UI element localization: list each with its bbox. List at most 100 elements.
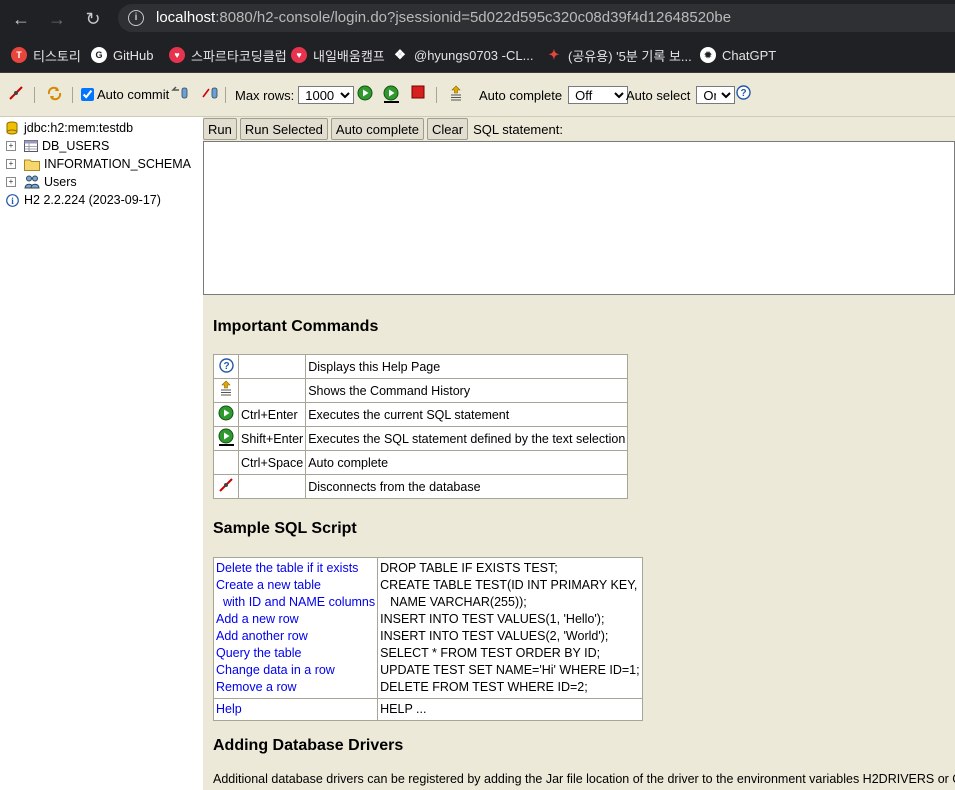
bookmarks-bar: T 티스토리 G GitHub ♥ 스파르타코딩클럽 ♥ 내일배움캠프 ❖ @hyungs…: [0, 36, 955, 73]
bookmark-chatgpt[interactable]: ✹ ChatGPT: [700, 46, 776, 64]
max-rows-select[interactable]: 1000: [298, 86, 355, 104]
auto-complete-select[interactable]: Off: [568, 86, 629, 104]
sample-link[interactable]: with ID and NAME columns: [216, 594, 375, 611]
github-icon: G: [91, 47, 107, 63]
auto-commit-checkbox[interactable]: [81, 88, 94, 101]
svg-text:?: ?: [740, 88, 746, 99]
command-key: Shift+Enter: [237, 426, 307, 451]
tree-item-users[interactable]: + Users: [6, 173, 77, 191]
sample-code-line: DELETE FROM TEST WHERE ID=2;: [380, 680, 588, 694]
bookmark-label: @hyungs0703 -CL...: [414, 47, 534, 63]
site-info-icon[interactable]: i: [128, 10, 144, 26]
table-row: Disconnects from the database: [213, 474, 629, 499]
run-button[interactable]: Run: [203, 118, 237, 140]
bookmark-label: 스파르타코딩클럽: [191, 48, 287, 64]
refresh-icon[interactable]: [46, 85, 63, 102]
empty-icon-cell: [213, 450, 239, 475]
users-icon: [24, 175, 40, 189]
help-link[interactable]: Help: [216, 701, 375, 718]
tree-item-label: Users: [44, 175, 77, 189]
max-rows-label: Max rows:: [235, 87, 295, 103]
sample-link[interactable]: Delete the table if it exists: [216, 560, 375, 577]
sample-link[interactable]: Query the table: [216, 645, 375, 662]
tree-item-information-schema[interactable]: + INFORMATION_SCHEMA: [6, 155, 191, 173]
table-row: Ctrl+Enter Executes the current SQL stat…: [213, 402, 629, 427]
command-desc: Displays this Help Page: [305, 354, 629, 379]
folder-icon: [24, 159, 40, 171]
command-key: Ctrl+Enter: [237, 402, 307, 427]
auto-complete-label: Auto complete: [479, 87, 563, 103]
main-panel: Run Run Selected Auto complete Clear SQL…: [203, 117, 955, 790]
commit-icon[interactable]: [201, 85, 219, 101]
tree-item-label: INFORMATION_SCHEMA: [44, 157, 191, 171]
command-desc: Executes the current SQL statement: [305, 402, 629, 427]
sample-code-line: INSERT INTO TEST VALUES(1, 'Hello');: [380, 612, 605, 626]
max-rows-control: Max rows: 1000: [235, 86, 355, 104]
sample-link[interactable]: Create a new table: [216, 577, 375, 594]
expand-icon[interactable]: +: [6, 177, 16, 187]
command-desc: Executes the SQL statement defined by th…: [305, 426, 629, 451]
expand-icon[interactable]: +: [6, 159, 16, 169]
history-icon[interactable]: [448, 85, 464, 103]
browser-address-bar: ← → ↻ i localhost:8080/h2-console/login.…: [0, 0, 955, 36]
tree-item-label: DB_USERS: [42, 139, 110, 153]
auto-commit-label: Auto commit: [97, 87, 170, 102]
url-path: :8080/h2-console/login.do?jsessionid=5d0…: [215, 9, 732, 26]
bookmark-label: (공유용) '5분 기록 보...: [568, 48, 692, 64]
sql-statement-label: SQL statement:: [473, 121, 563, 137]
sample-code-line: DROP TABLE IF EXISTS TEST;: [380, 561, 558, 575]
sample-link[interactable]: Remove a row: [216, 679, 375, 696]
bookmark-hyungs[interactable]: ❖ @hyungs0703 -CL...: [392, 46, 533, 64]
sample-code-line: CREATE TABLE TEST(ID INT PRIMARY KEY,: [380, 578, 638, 592]
table-row: Ctrl+Space Auto complete: [213, 450, 629, 475]
command-desc: Shows the Command History: [305, 378, 629, 403]
table-row: Shows the Command History: [213, 378, 629, 403]
run-icon[interactable]: [357, 85, 373, 101]
query-button-row: Run Run Selected Auto complete Clear SQL…: [203, 117, 563, 141]
bookmark-shared[interactable]: ✦ (공유용) '5분 기록 보...: [546, 46, 692, 64]
sample-links-cell: Delete the table if it exists Create a n…: [212, 557, 379, 699]
database-icon: [6, 121, 18, 135]
object-tree: jdbc:h2:mem:testdb + DB_USERS + INFORMAT…: [0, 117, 203, 790]
run-selected-icon[interactable]: [383, 85, 400, 103]
bookmark-tistory[interactable]: T 티스토리: [11, 46, 81, 64]
back-arrow-icon[interactable]: ←: [10, 8, 32, 30]
command-desc: Auto complete: [305, 450, 629, 475]
sample-link[interactable]: Change data in a row: [216, 662, 375, 679]
auto-complete-button[interactable]: Auto complete: [330, 118, 425, 140]
help-code: HELP ...: [380, 702, 427, 716]
bookmark-sparta[interactable]: ♥ 스파르타코딩클럽: [169, 46, 287, 64]
clear-button[interactable]: Clear: [427, 118, 469, 140]
stop-icon[interactable]: [411, 85, 425, 99]
bookmark-label: ChatGPT: [722, 47, 777, 63]
url-field[interactable]: i localhost:8080/h2-console/login.do?jse…: [118, 4, 955, 32]
command-key: [237, 354, 307, 379]
forward-arrow-icon[interactable]: →: [46, 8, 68, 30]
sample-link[interactable]: Add another row: [216, 628, 375, 645]
tree-connection-label: jdbc:h2:mem:testdb: [24, 121, 134, 135]
run-selected-button[interactable]: Run Selected: [239, 118, 328, 140]
bookmark-github[interactable]: G GitHub: [91, 46, 153, 64]
help-icon[interactable]: ?: [736, 85, 751, 100]
rollback-icon[interactable]: [171, 85, 189, 101]
disconnect-icon[interactable]: [8, 85, 24, 101]
auto-select-select[interactable]: On: [696, 86, 736, 104]
table-row: Shift+Enter Executes the SQL statement d…: [213, 426, 629, 451]
expand-icon[interactable]: +: [6, 141, 16, 151]
sample-code-line: UPDATE TEST SET NAME='Hi' WHERE ID=1;: [380, 663, 640, 677]
sample-link[interactable]: Add a new row: [216, 611, 375, 628]
svg-text:?: ?: [223, 361, 229, 372]
bookmark-camp[interactable]: ♥ 내일배움캠프: [291, 46, 385, 64]
tree-connection[interactable]: jdbc:h2:mem:testdb: [6, 119, 133, 137]
command-key: [237, 378, 307, 403]
help-icon: ?: [213, 354, 239, 379]
tree-item-db-users[interactable]: + DB_USERS: [6, 137, 109, 155]
sample-code-line: SELECT * FROM TEST ORDER BY ID;: [380, 646, 601, 660]
auto-select-label: Auto select: [626, 87, 691, 103]
reload-icon[interactable]: ↻: [82, 8, 104, 30]
sql-input[interactable]: [203, 141, 955, 295]
diamond-icon: ❖: [394, 47, 406, 62]
table-row: Delete the table if it exists Create a n…: [212, 557, 643, 699]
command-key: [237, 474, 307, 499]
info-icon: i: [6, 193, 19, 207]
